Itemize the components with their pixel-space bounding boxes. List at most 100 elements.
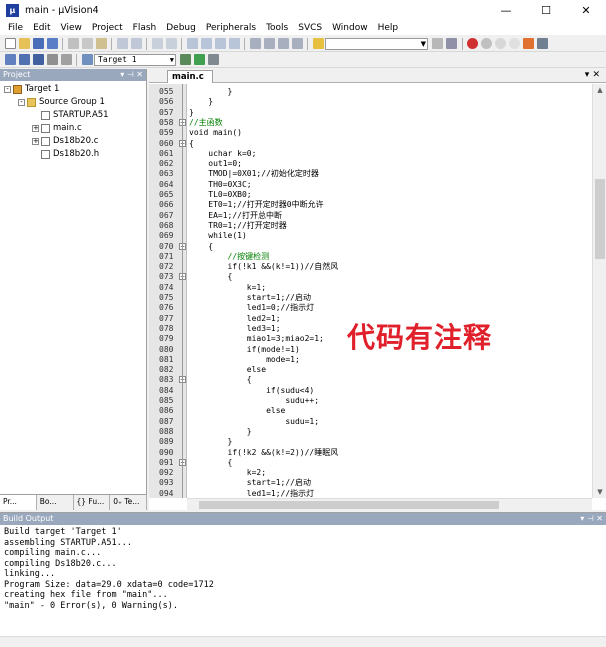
file-icon — [41, 110, 50, 120]
tree-item[interactable]: + Ds18b20.c — [32, 135, 98, 147]
project-panel: Project ▾ ⊣ ✕ - Target 1- Source Group 1 ST… — [0, 69, 147, 510]
tab-main-c[interactable]: main.c — [167, 70, 213, 83]
tree-item-label: Source Group 1 — [39, 97, 105, 107]
stop-build-icon[interactable] — [60, 54, 72, 65]
indent-icon[interactable] — [249, 38, 261, 49]
configure-icon[interactable] — [523, 38, 534, 49]
chevron-down-icon: ▼ — [169, 55, 174, 64]
undo-icon[interactable] — [116, 38, 128, 49]
unindent-icon[interactable] — [263, 38, 275, 49]
incremental-find-icon[interactable] — [446, 38, 457, 49]
open-folder-icon[interactable] — [18, 38, 30, 49]
menu-project[interactable]: Project — [87, 21, 128, 35]
save-all-icon[interactable] — [46, 38, 58, 49]
panel-pin-close-icon[interactable]: ▾ ⊣ ✕ — [120, 69, 143, 81]
paste-icon[interactable] — [95, 38, 107, 49]
expand-icon[interactable]: + — [32, 124, 39, 132]
build-output-panel: Build Output ▾ ⊣ ✕ Build target 'Target … — [0, 512, 606, 647]
close-button[interactable]: ✕ — [566, 0, 606, 21]
download-icon[interactable] — [81, 54, 93, 65]
minimize-button[interactable]: — — [486, 0, 526, 21]
manage-books-icon[interactable] — [208, 54, 219, 65]
toolbar-separator — [111, 37, 112, 50]
tree-item[interactable]: - Target 1 — [4, 83, 59, 95]
menu-flash[interactable]: Flash — [128, 21, 162, 35]
prev-bookmark-icon[interactable] — [200, 38, 212, 49]
project-panel-tab[interactable]: Bo... — [37, 495, 74, 510]
tree-item-label: main.c — [53, 123, 82, 133]
editor: main.c ▾ ✕ 055 056 057 058 059 060 061 062 063 06… — [149, 69, 606, 510]
manage-components-icon[interactable] — [194, 54, 205, 65]
menu-file[interactable]: File — [3, 21, 28, 35]
target-options-icon[interactable] — [180, 54, 191, 65]
find-combo[interactable]: ▼ — [325, 37, 428, 50]
start-debug-icon[interactable] — [467, 38, 478, 49]
panel-pin-close-icon[interactable]: ▾ ⊣ ✕ — [580, 513, 603, 525]
menu-edit[interactable]: Edit — [28, 21, 55, 35]
menu-tools[interactable]: Tools — [261, 21, 293, 35]
tree-item[interactable]: + main.c — [32, 122, 82, 134]
build-output-line: Build target 'Target 1' — [4, 527, 122, 537]
copy-icon[interactable] — [81, 38, 93, 49]
build-output-line: "main" - 0 Error(s), 0 Warning(s). — [4, 600, 178, 611]
find-in-files-icon[interactable] — [312, 38, 324, 49]
translate-icon[interactable] — [4, 54, 16, 65]
close-editor-icon[interactable]: ▾ ✕ — [585, 69, 600, 82]
menu-bar: File Edit View Project Flash Debug Peripherals… — [0, 21, 606, 35]
scroll-thumb[interactable] — [199, 501, 499, 509]
target-icon — [13, 84, 22, 94]
scroll-down-icon[interactable]: ▼ — [593, 486, 606, 498]
navigate-back-icon[interactable] — [151, 38, 163, 49]
save-icon[interactable] — [32, 38, 44, 49]
breakpoint-icon[interactable] — [481, 38, 492, 49]
toolbar-separator — [181, 37, 182, 50]
tree-item[interactable]: Ds18b20.h — [32, 148, 99, 160]
menu-debug[interactable]: Debug — [161, 21, 201, 35]
code-line: void main() — [189, 128, 242, 138]
build-horizontal-scrollbar[interactable] — [0, 636, 606, 647]
editor-vertical-scrollbar[interactable]: ▲ ▼ — [592, 84, 606, 498]
target-select[interactable]: Target 1 ▼ — [94, 53, 176, 66]
project-panel-tab[interactable]: Pr... — [0, 495, 37, 510]
build-output-line: Program Size: data=29.0 xdata=0 code=171… — [4, 579, 214, 590]
new-file-icon[interactable] — [4, 38, 16, 49]
scroll-up-icon[interactable]: ▲ — [593, 84, 606, 96]
menu-window[interactable]: Window — [327, 21, 373, 35]
cut-icon[interactable] — [67, 38, 79, 49]
collapse-icon[interactable]: - — [4, 85, 11, 93]
navigate-forward-icon[interactable] — [165, 38, 177, 49]
clear-bookmarks-icon[interactable] — [228, 38, 240, 49]
folder-icon — [27, 97, 36, 107]
project-panel-tab[interactable]: 0₊ Te... — [110, 495, 147, 510]
redo-icon[interactable] — [130, 38, 142, 49]
tree-item[interactable]: STARTUP.A51 — [32, 109, 109, 121]
uvision-window: μ main - µVision4 — ☐ ✕ File Edit View Proj… — [0, 0, 606, 647]
tree-item-label: Target 1 — [25, 84, 60, 94]
batch-build-icon[interactable] — [46, 54, 58, 65]
collapse-icon[interactable]: - — [18, 98, 25, 106]
build-icon[interactable] — [18, 54, 30, 65]
menu-svcs[interactable]: SVCS — [293, 21, 327, 35]
next-bookmark-icon[interactable] — [214, 38, 226, 49]
menu-view[interactable]: View — [56, 21, 87, 35]
expand-icon[interactable]: + — [32, 137, 39, 145]
toolbar-separator — [307, 37, 308, 50]
code-area[interactable]: } }}//主函数 void main(){ uchar k=0; out1=0;… — [187, 84, 591, 498]
comment-icon[interactable] — [277, 38, 289, 49]
scroll-thumb[interactable] — [595, 179, 605, 259]
editor-horizontal-scrollbar[interactable] — [187, 498, 592, 510]
build-output-title: Build Output ▾ ⊣ ✕ — [0, 513, 606, 525]
find-icon[interactable] — [432, 38, 443, 49]
window-icon[interactable] — [537, 38, 548, 49]
disable-breakpoint-icon[interactable] — [495, 38, 506, 49]
maximize-button[interactable]: ☐ — [526, 0, 566, 21]
menu-help[interactable]: Help — [373, 21, 404, 35]
rebuild-icon[interactable] — [32, 54, 44, 65]
project-panel-tab[interactable]: {} Fu... — [74, 495, 111, 510]
tree-item[interactable]: - Source Group 1 — [18, 96, 105, 108]
bookmark-icon[interactable] — [186, 38, 198, 49]
fold-guide — [182, 84, 183, 498]
uncomment-icon[interactable] — [291, 38, 303, 49]
kill-breakpoints-icon[interactable] — [509, 38, 520, 49]
menu-peripherals[interactable]: Peripherals — [201, 21, 261, 35]
